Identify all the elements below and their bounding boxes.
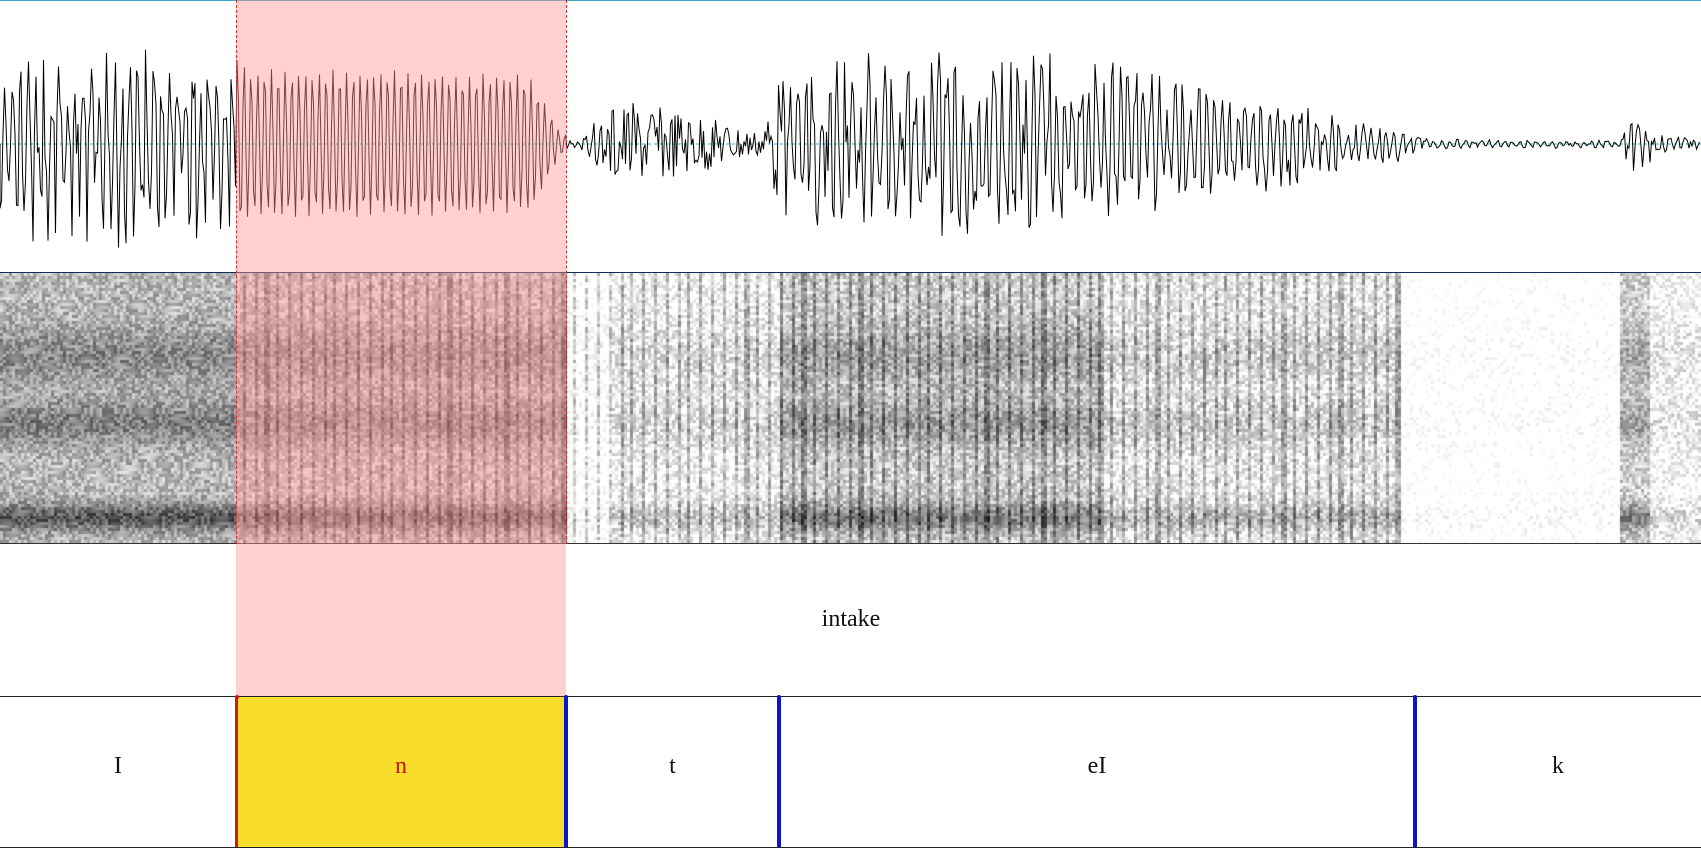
phone-label: eI <box>1087 753 1107 779</box>
word-label-intake[interactable]: intake <box>822 606 881 633</box>
phone-label: I <box>114 753 122 779</box>
waveform-panel[interactable] <box>0 0 1701 273</box>
phone-label: k <box>1552 753 1564 779</box>
phone-boundary[interactable] <box>777 695 781 847</box>
phone-boundary[interactable] <box>564 695 568 847</box>
spectrogram-image <box>0 273 1701 543</box>
phone-segment-2-selected[interactable]: n <box>236 697 566 847</box>
selection-end-line[interactable] <box>566 0 567 544</box>
phone-boundary[interactable] <box>1413 695 1417 847</box>
phone-tier[interactable]: I n t eI k <box>0 695 1701 848</box>
phone-segment-5[interactable]: k <box>1415 697 1701 847</box>
phone-label: t <box>669 753 676 779</box>
waveform-trace <box>0 49 1701 248</box>
spectrogram-panel[interactable] <box>0 272 1701 544</box>
waveform-signal <box>0 49 1700 248</box>
phone-segment-1[interactable]: I <box>0 697 236 847</box>
phone-label: n <box>395 753 407 779</box>
selection-start-line[interactable] <box>236 0 237 544</box>
phone-boundary[interactable] <box>235 695 239 847</box>
phone-segment-3[interactable]: t <box>566 697 779 847</box>
phone-segment-4[interactable]: eI <box>779 697 1415 847</box>
